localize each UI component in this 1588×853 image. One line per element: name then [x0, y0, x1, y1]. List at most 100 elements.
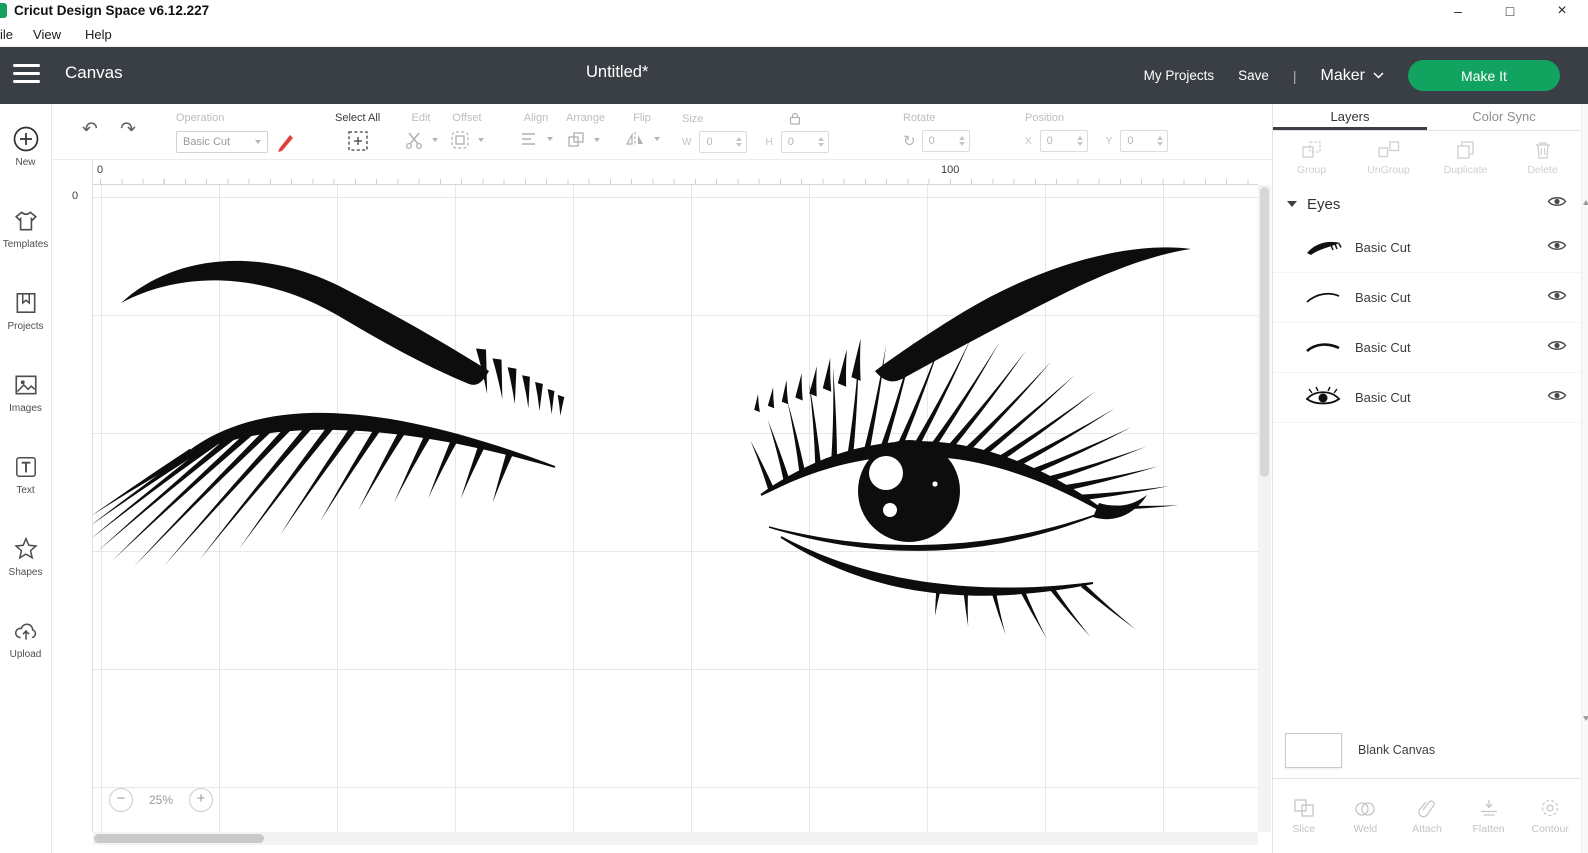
- make-it-button[interactable]: Make It: [1408, 60, 1560, 91]
- arrange-icon[interactable]: [566, 130, 586, 150]
- collapse-triangle-icon[interactable]: [1287, 201, 1297, 207]
- edit-scissors-icon[interactable]: [404, 130, 424, 150]
- layer-actions: Group UnGroup Duplicate Delete: [1273, 131, 1581, 185]
- scroll-down-arrow-icon[interactable]: [1583, 716, 1588, 721]
- operation-group: Operation Basic Cut: [176, 112, 298, 154]
- offset-group: Offset: [450, 112, 484, 150]
- edit-toolbar: ↶ ↷ Operation Basic Cut Select All Edit: [52, 104, 1272, 160]
- upload-cloud-icon: [14, 623, 36, 640]
- visibility-eye-icon[interactable]: [1547, 239, 1567, 257]
- position-y-input[interactable]: 0: [1120, 130, 1169, 152]
- zoom-out-button[interactable]: −: [109, 788, 133, 812]
- tab-layers[interactable]: Layers: [1273, 104, 1427, 130]
- undo-icon[interactable]: ↶: [82, 118, 98, 141]
- chevron-down-icon: [1373, 72, 1384, 79]
- canvas-vertical-scrollbar[interactable]: [1258, 185, 1271, 832]
- vertical-ruler: 0: [52, 160, 93, 832]
- arrange-caret-icon[interactable]: [594, 138, 600, 142]
- tab-color-sync[interactable]: Color Sync: [1427, 104, 1581, 130]
- height-input[interactable]: 0: [780, 131, 829, 153]
- size-group: Size W 0 H 0: [682, 112, 829, 153]
- edit-caret-icon[interactable]: [432, 138, 438, 142]
- slice-button[interactable]: Slice: [1273, 798, 1335, 835]
- rotate-icon: ↻: [903, 133, 916, 150]
- menu-help[interactable]: Help: [85, 27, 112, 42]
- canvas-menu-label[interactable]: Canvas: [65, 63, 123, 83]
- layer-row-1[interactable]: Basic Cut: [1273, 223, 1581, 273]
- minimize-button[interactable]: –: [1432, 0, 1484, 22]
- canvas-color-swatch[interactable]: [1285, 732, 1342, 768]
- duplicate-button[interactable]: Duplicate: [1427, 140, 1504, 176]
- operation-select[interactable]: Basic Cut: [176, 131, 268, 153]
- sidebar-item-templates[interactable]: Templates: [0, 208, 52, 290]
- group-button[interactable]: Group: [1273, 140, 1350, 176]
- canvas-horizontal-scrollbar[interactable]: [93, 832, 1258, 845]
- sidebar-item-projects[interactable]: Projects: [0, 290, 52, 372]
- redo-icon[interactable]: ↷: [120, 118, 136, 141]
- sidebar-item-upload[interactable]: Upload: [0, 618, 52, 700]
- select-all-icon[interactable]: [347, 130, 369, 152]
- close-button[interactable]: ×: [1536, 0, 1588, 22]
- pen-color-icon[interactable]: [274, 130, 298, 154]
- menu-view[interactable]: View: [33, 27, 61, 42]
- weld-icon: [1355, 801, 1376, 816]
- eyes-artwork[interactable]: [93, 185, 1258, 832]
- arrange-group: Arrange: [566, 112, 605, 150]
- slice-icon: [1294, 798, 1314, 817]
- delete-button[interactable]: Delete: [1504, 140, 1581, 176]
- layer-thumbnail-brow: [1307, 241, 1342, 255]
- contour-button[interactable]: Contour: [1519, 798, 1581, 835]
- app-logo-icon: [0, 3, 7, 18]
- layer-thumbnail-curve: [1306, 292, 1340, 303]
- layer-row-4[interactable]: Basic Cut: [1273, 373, 1581, 423]
- attach-button[interactable]: Attach: [1396, 798, 1458, 835]
- restore-button[interactable]: □: [1484, 0, 1536, 22]
- visibility-eye-icon[interactable]: [1547, 389, 1567, 407]
- titlebar: Cricut Design Space v6.12.227 – □ ×: [0, 0, 1588, 22]
- projects-icon: [16, 292, 35, 314]
- document-title: Untitled*: [586, 63, 649, 81]
- panel-tabs: Layers Color Sync: [1273, 104, 1581, 131]
- window-title: Cricut Design Space v6.12.227: [14, 3, 210, 18]
- align-icon[interactable]: [519, 130, 539, 148]
- blank-canvas-row[interactable]: Blank Canvas: [1273, 724, 1581, 776]
- sidebar-item-text[interactable]: Text: [0, 454, 52, 536]
- my-projects-link[interactable]: My Projects: [1144, 68, 1215, 83]
- trash-icon: [1535, 142, 1550, 159]
- ungroup-icon: [1377, 141, 1399, 158]
- visibility-eye-icon[interactable]: [1547, 339, 1567, 357]
- visibility-eye-icon[interactable]: [1547, 289, 1567, 307]
- align-caret-icon[interactable]: [547, 137, 553, 141]
- rotate-input[interactable]: 0: [921, 130, 970, 152]
- flip-caret-icon[interactable]: [654, 137, 660, 141]
- flip-icon[interactable]: [624, 130, 646, 148]
- lock-icon[interactable]: [789, 112, 801, 125]
- sidebar-item-new[interactable]: New: [0, 126, 52, 208]
- zoom-in-button[interactable]: +: [189, 788, 214, 812]
- select-all-group: Select All: [335, 112, 380, 152]
- layer-row-2[interactable]: Basic Cut: [1273, 273, 1581, 323]
- hamburger-menu-icon[interactable]: [13, 64, 40, 83]
- rotate-group: Rotate ↻ 0: [903, 112, 970, 152]
- layer-thumbnail-eye: [1305, 386, 1341, 404]
- design-canvas[interactable]: − 25% +: [93, 185, 1258, 832]
- sidebar-item-shapes[interactable]: Shapes: [0, 536, 52, 618]
- width-input[interactable]: 0: [699, 131, 748, 153]
- layer-tools-bar: Slice Weld Attach Flatten Contour: [1273, 778, 1581, 853]
- horizontal-ruler: 0 100: [93, 160, 1258, 185]
- flatten-button[interactable]: Flatten: [1458, 798, 1520, 835]
- weld-button[interactable]: Weld: [1335, 798, 1397, 835]
- layer-row-3[interactable]: Basic Cut: [1273, 323, 1581, 373]
- offset-icon[interactable]: [450, 130, 470, 150]
- position-x-input[interactable]: 0: [1039, 130, 1088, 152]
- visibility-eye-icon[interactable]: [1547, 195, 1567, 213]
- scroll-up-arrow-icon[interactable]: [1583, 200, 1588, 205]
- panel-scrollbar[interactable]: [1581, 104, 1588, 853]
- layer-group-eyes[interactable]: Eyes: [1273, 185, 1581, 223]
- ungroup-button[interactable]: UnGroup: [1350, 140, 1427, 176]
- machine-selector[interactable]: Maker: [1321, 67, 1384, 85]
- menu-file[interactable]: ile: [0, 27, 13, 42]
- offset-caret-icon[interactable]: [478, 138, 484, 142]
- sidebar-item-images[interactable]: Images: [0, 372, 52, 454]
- save-link[interactable]: Save: [1238, 68, 1269, 83]
